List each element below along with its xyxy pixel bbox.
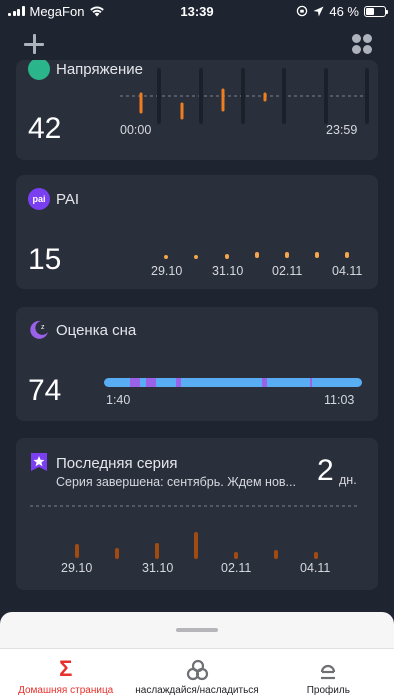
sleep-score: 74: [28, 374, 62, 407]
pai-dot: [345, 252, 349, 258]
svg-text:z: z: [41, 324, 45, 331]
tab-bar: Σ Домашняя страница наслаждайся/насладит…: [0, 648, 394, 700]
pai-date-2: 31.10: [212, 264, 244, 278]
pai-dot: [194, 255, 198, 259]
tab-home[interactable]: Σ Домашняя страница: [0, 649, 131, 700]
sleep-card[interactable]: z Оценка сна 74 1:40 11:03: [16, 307, 378, 421]
sheet-handle[interactable]: [176, 628, 218, 632]
tab-enjoy[interactable]: наслаждайся/насладиться: [131, 649, 262, 700]
moon-icon: z: [30, 320, 48, 339]
streak-date-2: 31.10: [142, 561, 174, 575]
battery-icon: [364, 5, 388, 17]
streak-card[interactable]: Последняя серия Серия завершена: сентябр…: [16, 438, 378, 590]
stress-start-time: 00:00: [120, 123, 152, 137]
rotation-lock-icon: [297, 5, 308, 17]
signal-icon: [8, 6, 25, 16]
sleep-timeline: [104, 378, 362, 387]
pai-card[interactable]: pai PAI 15 29.10 31.10 02.11 04.11: [16, 175, 378, 289]
sigma-icon: Σ: [59, 656, 73, 681]
stress-end-time: 23:59: [326, 123, 358, 137]
pai-date-1: 29.10: [151, 264, 183, 278]
sleep-title: Оценка сна: [56, 322, 137, 339]
tab-home-label: Домашняя страница: [18, 685, 114, 696]
tab-profile[interactable]: Профиль: [263, 649, 394, 700]
stress-card[interactable]: Напряжение 42 00:00 23:59: [16, 60, 378, 160]
tab-profile-label: Профиль: [306, 685, 350, 696]
bottom-sheet[interactable]: [0, 612, 394, 652]
pai-title: PAI: [56, 191, 80, 208]
top-bar: [0, 26, 394, 64]
pai-value: 15: [28, 243, 62, 276]
pai-dot: [164, 255, 168, 259]
clock: 13:39: [180, 3, 214, 19]
pai-dot: [315, 252, 319, 258]
apps-grid-icon[interactable]: [352, 34, 372, 54]
pai-icon: pai: [28, 188, 50, 210]
pai-dot: [255, 252, 259, 258]
add-button[interactable]: [22, 32, 46, 56]
carrier-label: MegaFon: [29, 3, 85, 19]
profile-icon: [321, 664, 336, 680]
location-icon: [313, 6, 324, 16]
streak-date-4: 04.11: [300, 561, 331, 575]
rings-icon: [186, 659, 209, 681]
streak-date-3: 02.11: [221, 561, 252, 575]
sleep-end: 11:03: [324, 393, 355, 407]
pai-date-4: 04.11: [332, 264, 363, 278]
pai-date-3: 02.11: [272, 264, 303, 278]
status-bar: MegaFon 13:39 46 %: [0, 0, 394, 22]
sleep-start: 1:40: [106, 393, 131, 407]
tab-enjoy-label: наслаждайся/насладиться: [135, 685, 259, 696]
streak-date-1: 29.10: [61, 561, 93, 575]
pai-dot: [285, 252, 289, 258]
pai-dot: [225, 253, 229, 259]
battery-percent: 46 %: [329, 3, 359, 19]
wifi-icon: [90, 6, 105, 17]
stress-chart: [120, 68, 369, 124]
